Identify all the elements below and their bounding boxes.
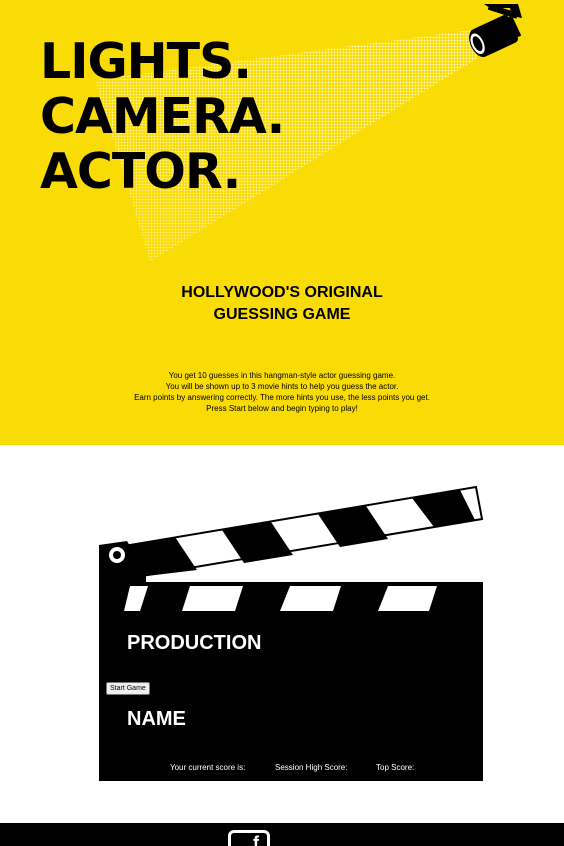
start-game-button[interactable]: Start Game [106,682,150,695]
intro-line: Earn points by answering correctly. The … [134,393,430,402]
intro-text: You get 10 guesses in this hangman-style… [0,370,564,414]
clapperboard: PRODUCTION Start Game NAME Your current … [99,618,483,781]
intro-line: You get 10 guesses in this hangman-style… [168,371,396,380]
subtitle-line-2: GUESSING GAME [213,306,351,323]
headline: LIGHTS. CAMERA. ACTOR. [40,33,285,200]
headline-line-3: ACTOR. [40,143,241,200]
footer: f [0,823,564,846]
game-area: PRODUCTION Start Game NAME Your current … [0,445,564,823]
headline-line-2: CAMERA. [40,88,285,145]
subtitle-line-1: HOLLYWOOD'S ORIGINAL [181,284,383,301]
clapper-bottom-band [124,582,483,618]
top-score-label: Top Score: [376,763,415,772]
session-high-score-label: Session High Score: [275,763,348,772]
production-label: PRODUCTION [127,632,262,654]
name-label: NAME [127,708,186,730]
subtitle: HOLLYWOOD'S ORIGINAL GUESSING GAME [0,282,564,326]
facebook-icon[interactable]: f [228,830,270,846]
facebook-glyph: f [253,833,259,846]
hero-banner: LIGHTS. CAMERA. ACTOR. HOLLYWOOD'S ORIGI… [0,0,564,445]
headline-line-1: LIGHTS. [40,33,252,90]
intro-line: Press Start below and begin typing to pl… [206,404,358,413]
clapperboard-illustration [99,485,484,618]
intro-line: You will be shown up to 3 movie hints to… [165,382,399,391]
spotlight-icon [469,3,522,58]
clapper-top-arm [122,485,484,580]
current-score-label: Your current score is: [170,763,246,772]
